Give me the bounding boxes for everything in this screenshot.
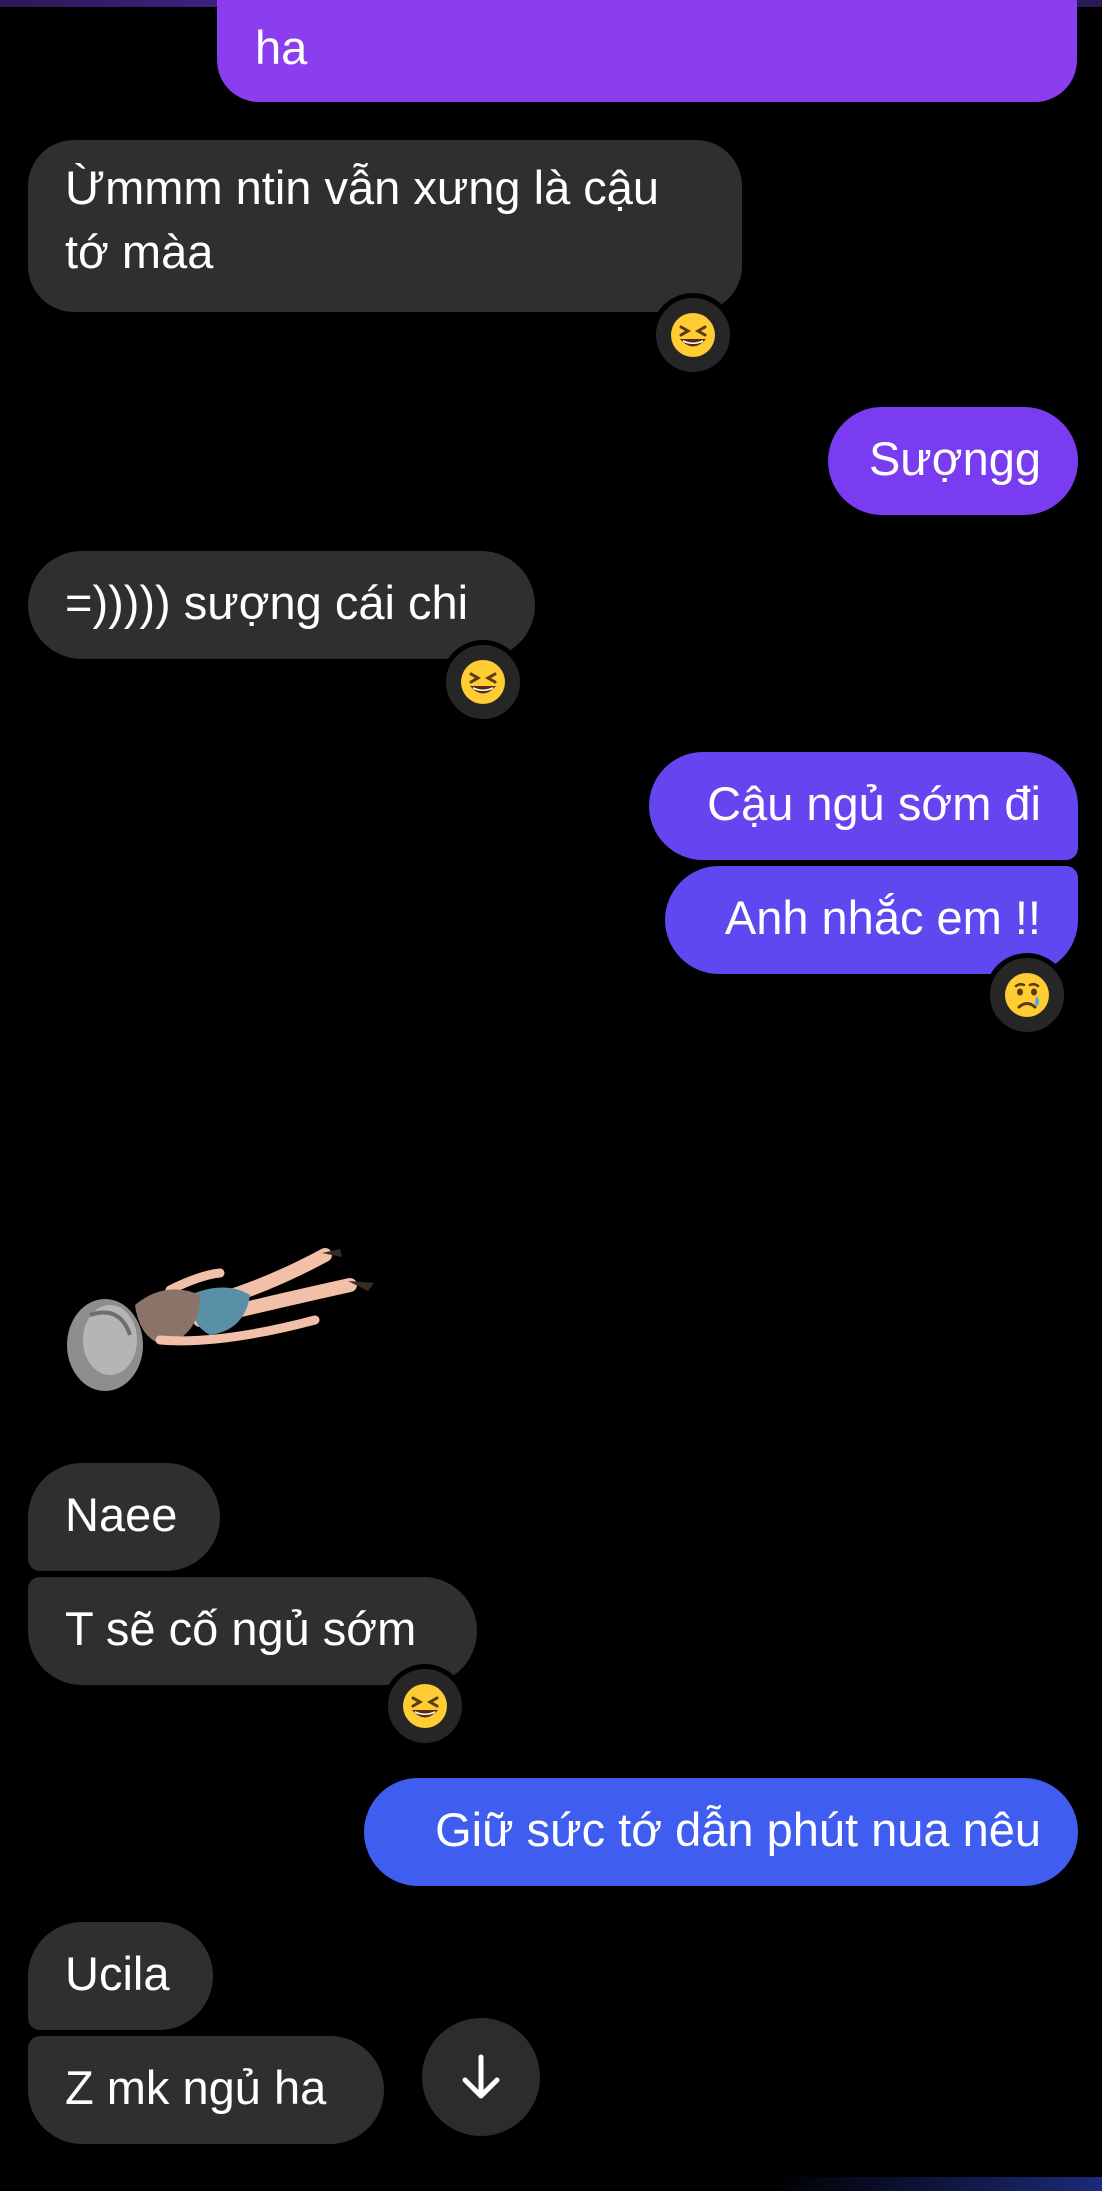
- message-text: Cậu ngủ sớm đi: [707, 777, 1041, 830]
- message-bubble-incoming[interactable]: Ừmmm ntin vẫn xưng là cậu tớ màa: [28, 140, 742, 312]
- grinning-squinting-face-icon: [461, 660, 505, 704]
- message-text: Ucila: [65, 1947, 170, 2000]
- message-bubble-incoming[interactable]: Naee: [28, 1463, 220, 1571]
- message-bubble-incoming[interactable]: =))))) sượng cái chi: [28, 551, 535, 659]
- message-bubble-incoming[interactable]: Ucila: [28, 1922, 213, 2030]
- message-text-line: tớ màa: [65, 225, 214, 278]
- message-bubble-outgoing[interactable]: Giữ sức tớ dẫn phút nua nêu: [364, 1778, 1078, 1886]
- reaction-badge[interactable]: [383, 1664, 467, 1748]
- message-text: Giữ sức tớ dẫn phút nua nêu: [435, 1803, 1041, 1856]
- scroll-to-bottom-button[interactable]: [422, 2018, 540, 2136]
- message-text: Anh nhắc em !!: [724, 891, 1041, 944]
- reaction-badge[interactable]: [441, 640, 525, 724]
- reaction-badge[interactable]: [651, 293, 735, 377]
- message-text: T sẽ cố ngủ sớm: [65, 1602, 417, 1655]
- crying-face-icon: [1005, 973, 1049, 1017]
- message-bubble-incoming[interactable]: Z mk ngủ ha: [28, 2036, 384, 2144]
- lying-down-girl-sticker[interactable]: [50, 1195, 390, 1395]
- message-bubble-outgoing[interactable]: ha: [217, 0, 1077, 102]
- reaction-badge[interactable]: [985, 953, 1069, 1037]
- message-bubble-outgoing[interactable]: Cậu ngủ sớm đi: [649, 752, 1078, 860]
- message-text: ha: [255, 21, 308, 74]
- message-text: Naee: [65, 1488, 178, 1541]
- arrow-down-icon: [462, 2054, 500, 2099]
- message-text: Z mk ngủ ha: [65, 2061, 327, 2114]
- message-text: =))))) sượng cái chi: [65, 576, 469, 629]
- grinning-squinting-face-icon: [671, 313, 715, 357]
- grinning-squinting-face-icon: [403, 1684, 447, 1728]
- message-text: Sượngg: [868, 432, 1041, 485]
- bottom-edge-strip: [0, 2177, 1102, 2191]
- message-text-line: Ừmmm ntin vẫn xưng là cậu: [65, 161, 660, 214]
- message-bubble-outgoing[interactable]: Sượngg: [828, 407, 1078, 515]
